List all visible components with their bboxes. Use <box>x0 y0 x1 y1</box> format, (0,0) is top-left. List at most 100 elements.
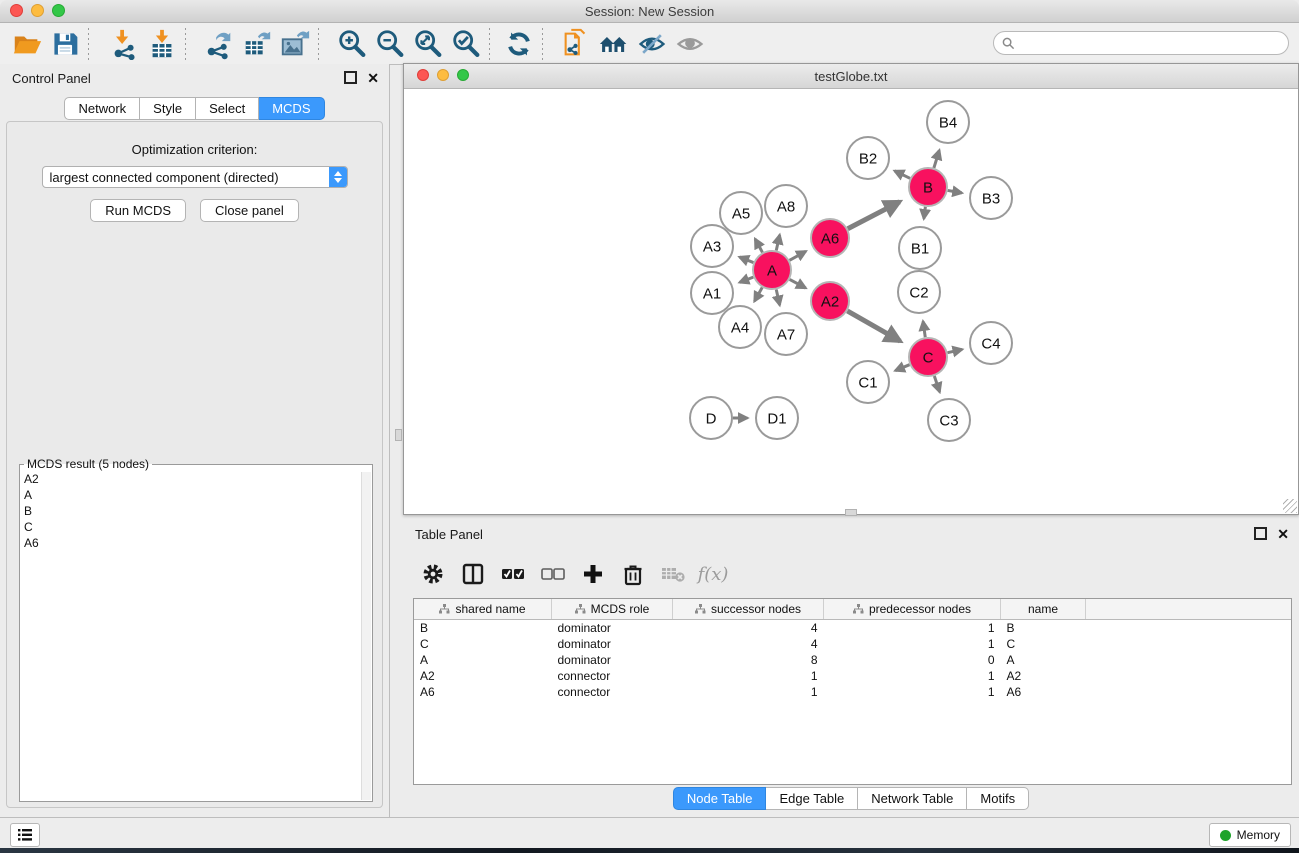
result-item[interactable]: A6 <box>20 535 372 551</box>
cell-successor-nodes[interactable]: 4 <box>673 620 824 637</box>
export-image-icon[interactable] <box>276 26 314 62</box>
table-row[interactable]: Bdominator41B <box>414 620 1291 637</box>
graph-edge-A-A2[interactable] <box>790 279 806 288</box>
network-window-titlebar[interactable]: testGlobe.txt <box>404 64 1298 89</box>
graph-edge-B-B2[interactable] <box>895 171 910 178</box>
column-header-predecessor-nodes[interactable]: predecessor nodes <box>824 599 1001 620</box>
tab-motifs[interactable]: Motifs <box>967 787 1029 810</box>
deselect-all-checkbox-icon[interactable] <box>533 556 573 592</box>
cell-MCDS-role[interactable]: dominator <box>552 652 673 668</box>
cell-predecessor-nodes[interactable]: 1 <box>824 668 1001 684</box>
cell-shared-name[interactable]: A <box>414 652 552 668</box>
memory-button[interactable]: Memory <box>1209 823 1291 847</box>
graph-edge-A-A7[interactable] <box>776 290 779 306</box>
result-scrollbar[interactable] <box>361 472 371 800</box>
cell-predecessor-nodes[interactable]: 1 <box>824 620 1001 637</box>
cell-MCDS-role[interactable]: connector <box>552 684 673 700</box>
graph-edge-C-C4[interactable] <box>948 349 963 352</box>
graph-edge-A-A1[interactable] <box>740 277 754 282</box>
cell-name[interactable]: A6 <box>1001 684 1086 700</box>
graph-edge-C-C2[interactable] <box>923 321 925 337</box>
table-row[interactable]: Adominator80A <box>414 652 1291 668</box>
resize-grip-icon[interactable] <box>1283 499 1297 513</box>
graph-edge-A6-B[interactable] <box>848 202 900 229</box>
cell-shared-name[interactable]: C <box>414 636 552 652</box>
result-item[interactable]: A <box>20 487 372 503</box>
zoom-out-icon[interactable] <box>371 26 409 62</box>
table-settings-icon[interactable] <box>413 556 453 592</box>
cell-name[interactable]: A2 <box>1001 668 1086 684</box>
cell-successor-nodes[interactable]: 1 <box>673 668 824 684</box>
save-session-icon[interactable] <box>46 26 84 62</box>
cell-successor-nodes[interactable]: 1 <box>673 684 824 700</box>
select-all-checkbox-icon[interactable] <box>493 556 533 592</box>
cell-shared-name[interactable]: A6 <box>414 684 552 700</box>
close-window-icon[interactable] <box>10 4 23 17</box>
panel-divider-handle[interactable] <box>395 429 402 441</box>
zoom-selected-icon[interactable] <box>447 26 485 62</box>
cell-successor-nodes[interactable]: 8 <box>673 652 824 668</box>
tab-network-table[interactable]: Network Table <box>858 787 967 810</box>
table-row[interactable]: A2connector11A2 <box>414 668 1291 684</box>
column-header-successor-nodes[interactable]: successor nodes <box>673 599 824 620</box>
maximize-window-icon[interactable] <box>52 4 65 17</box>
graph-edge-A-A3[interactable] <box>739 257 753 263</box>
cell-predecessor-nodes[interactable]: 1 <box>824 684 1001 700</box>
graph-edge-A-A8[interactable] <box>776 235 779 251</box>
graph-edge-B-B4[interactable] <box>934 150 939 168</box>
apply-preferred-layout-icon[interactable] <box>500 26 538 62</box>
cell-name[interactable]: C <box>1001 636 1086 652</box>
result-item[interactable]: B <box>20 503 372 519</box>
export-network-icon[interactable] <box>200 26 238 62</box>
export-table-icon[interactable] <box>238 26 276 62</box>
cell-MCDS-role[interactable]: dominator <box>552 620 673 637</box>
cell-MCDS-role[interactable]: connector <box>552 668 673 684</box>
graph-edge-C-C1[interactable] <box>895 365 909 371</box>
cell-name[interactable]: A <box>1001 652 1086 668</box>
network-canvas[interactable]: B4B2BB3B1A5A8A6A3AA1A2C2A4A7C4CC1C3DD1 <box>404 89 1298 514</box>
cell-name[interactable]: B <box>1001 620 1086 637</box>
cell-successor-nodes[interactable]: 4 <box>673 636 824 652</box>
graph-edge-A-A5[interactable] <box>755 239 762 252</box>
new-network-from-file-icon[interactable] <box>557 26 595 62</box>
panel-divider-handle[interactable] <box>845 509 857 516</box>
tab-network[interactable]: Network <box>64 97 140 120</box>
cell-shared-name[interactable]: A2 <box>414 668 552 684</box>
open-browser-icon[interactable] <box>595 26 633 62</box>
run-mcds-button[interactable]: Run MCDS <box>90 199 186 222</box>
column-header-name[interactable]: name <box>1001 599 1086 620</box>
graph-edge-A2-C[interactable] <box>847 311 900 341</box>
hide-graphics-details-icon[interactable] <box>633 26 671 62</box>
search-input[interactable] <box>1020 35 1288 51</box>
column-header-shared-name[interactable]: shared name <box>414 599 552 620</box>
minimize-window-icon[interactable] <box>31 4 44 17</box>
result-item[interactable]: A2 <box>20 471 372 487</box>
import-network-from-file-icon[interactable] <box>105 26 143 62</box>
graph-edge-A-A4[interactable] <box>754 287 762 301</box>
show-columns-icon[interactable] <box>453 556 493 592</box>
float-table-panel-icon[interactable] <box>1254 527 1267 540</box>
tab-node-table[interactable]: Node Table <box>673 787 767 810</box>
tab-edge-table[interactable]: Edge Table <box>766 787 858 810</box>
table-row[interactable]: Cdominator41C <box>414 636 1291 652</box>
float-panel-icon[interactable] <box>344 71 357 84</box>
show-graphics-details-icon[interactable] <box>671 26 709 62</box>
close-panel-button[interactable]: Close panel <box>200 199 299 222</box>
delete-row-icon[interactable] <box>613 556 653 592</box>
cell-predecessor-nodes[interactable]: 1 <box>824 636 1001 652</box>
zoom-in-icon[interactable] <box>333 26 371 62</box>
import-table-from-file-icon[interactable] <box>143 26 181 62</box>
tab-select[interactable]: Select <box>196 97 259 120</box>
column-header-MCDS-role[interactable]: MCDS role <box>552 599 673 620</box>
graph-edge-C-C3[interactable] <box>934 376 939 392</box>
graph-edge-A-A6[interactable] <box>790 251 806 260</box>
cell-MCDS-role[interactable]: dominator <box>552 636 673 652</box>
tab-mcds[interactable]: MCDS <box>259 97 324 120</box>
search-field[interactable] <box>993 31 1289 55</box>
cell-shared-name[interactable]: B <box>414 620 552 637</box>
cell-predecessor-nodes[interactable]: 0 <box>824 652 1001 668</box>
result-item[interactable]: C <box>20 519 372 535</box>
graph-edge-B-B1[interactable] <box>924 207 926 219</box>
criterion-dropdown[interactable]: largest connected component (directed) <box>42 166 348 188</box>
show-panels-list-button[interactable] <box>10 823 40 847</box>
